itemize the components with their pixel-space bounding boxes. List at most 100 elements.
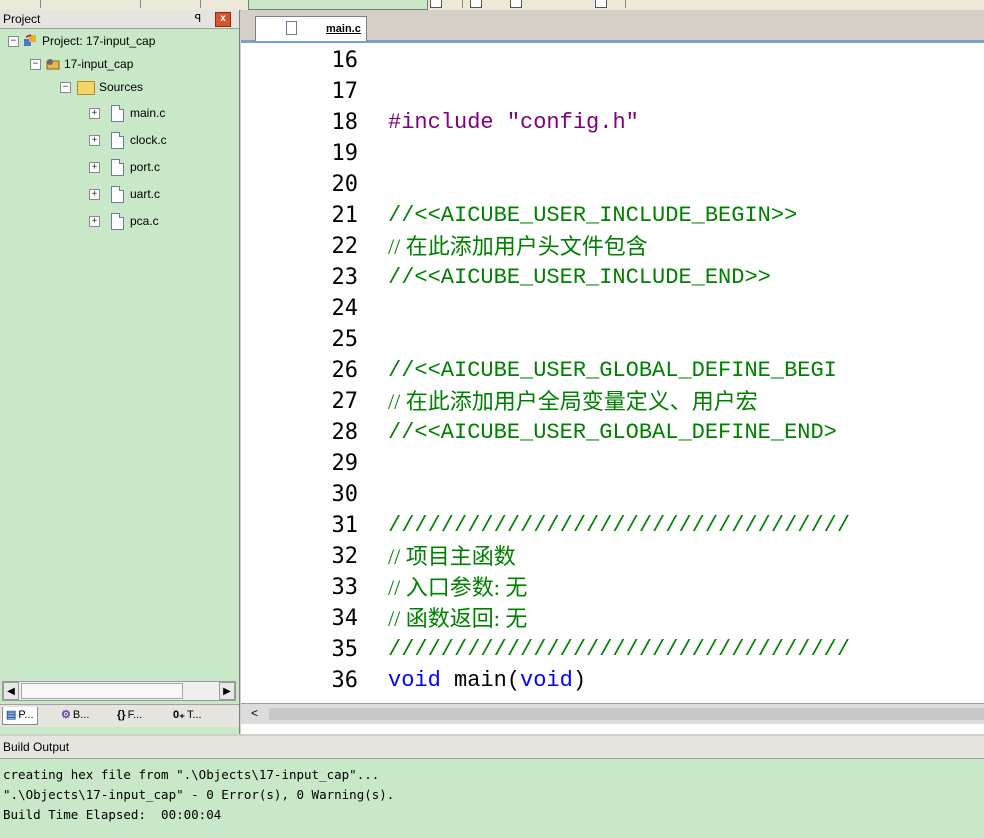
code-line: //<<AICUBE_USER_INCLUDE_END>> <box>388 265 771 290</box>
expand-icon[interactable]: + <box>89 216 100 227</box>
line-number: 24 <box>331 296 359 321</box>
preprocessor-directive: #include <box>388 110 494 135</box>
line-number: 27 <box>331 389 359 414</box>
books-tab-icon: ⚙ <box>61 709 71 721</box>
build-line: Build Time Elapsed: 00:00:04 <box>3 807 222 822</box>
toolbar-icon[interactable] <box>430 0 442 8</box>
tree-node-file[interactable]: + port.c <box>0 157 236 177</box>
code-line: #include "config.h" <box>388 109 639 136</box>
tree-label: main.c <box>130 106 166 120</box>
tree-label: pca.c <box>130 214 159 228</box>
folder-icon <box>77 81 95 95</box>
tree-node-file[interactable]: + clock.c <box>0 130 236 150</box>
panel-tab-bar: ▤ P... ⚙ B... {} F... 0₊ T... <box>0 704 239 727</box>
expand-icon[interactable]: + <box>89 189 100 200</box>
line-number: 29 <box>331 451 359 476</box>
toolbar-separator <box>200 0 201 8</box>
build-output-panel: Build Output creating hex file from ".\O… <box>0 736 984 838</box>
line-number: 34 <box>331 606 359 631</box>
project-tree: − Project: 17-input_cap − 17-input_cap −… <box>0 29 236 679</box>
code-line: //<<AICUBE_USER_INCLUDE_BEGIN>> <box>388 203 798 228</box>
scroll-right-icon[interactable]: ▶ <box>219 682 235 700</box>
target-icon <box>45 57 61 71</box>
tree-node-target[interactable]: − 17-input_cap <box>0 54 236 74</box>
project-horizontal-scrollbar[interactable]: ◀ ▶ <box>2 681 236 701</box>
code-line: // 入口参数: 无 <box>388 575 528 600</box>
code-line: // 函数返回: 无 <box>388 606 528 631</box>
toolbar-separator <box>40 0 41 8</box>
scroll-left-icon[interactable]: ◀ <box>3 682 19 700</box>
code-line: //<<AICUBE_USER_GLOBAL_DEFINE_BEGI <box>388 358 837 383</box>
panel-title: Build Output <box>3 740 70 754</box>
toolbar-icon[interactable] <box>470 0 482 8</box>
line-number: 31 <box>331 513 359 538</box>
tree-node-sources[interactable]: − Sources <box>0 77 236 97</box>
tab-project[interactable]: ▤ P... <box>2 707 38 725</box>
code-line: //<<AICUBE_USER_GLOBAL_DEFINE_END> <box>388 420 837 445</box>
close-icon[interactable]: x <box>215 12 231 27</box>
tab-label: F... <box>127 709 143 721</box>
target-select[interactable] <box>248 0 428 10</box>
collapse-icon[interactable]: − <box>60 82 71 93</box>
editor-tab-label: main.c <box>326 23 361 35</box>
build-line: creating hex file from ".\Objects\17-inp… <box>3 767 380 782</box>
scroll-track[interactable] <box>269 708 984 720</box>
keyword: void <box>388 668 441 693</box>
code-line: /////////////////////////////////// <box>388 513 851 538</box>
tree-label: uart.c <box>130 187 161 201</box>
code-line: // 项目主函数 <box>388 544 516 569</box>
tree-label: Project: 17-input_cap <box>42 34 156 48</box>
code-line: // 在此添加用户全局变量定义、用户宏 <box>388 389 758 414</box>
expand-icon[interactable]: + <box>89 162 100 173</box>
tree-node-file[interactable]: + main.c <box>0 103 236 123</box>
tab-functions[interactable]: {} F... <box>114 707 145 724</box>
scroll-thumb[interactable] <box>21 683 183 699</box>
collapse-icon[interactable]: − <box>30 59 41 70</box>
line-number: 16 <box>331 48 359 73</box>
scroll-left-icon[interactable]: < <box>251 706 258 720</box>
collapse-icon[interactable]: − <box>8 36 19 47</box>
line-number: 36 <box>331 668 359 693</box>
line-number: 33 <box>331 575 359 600</box>
toolbar-separator <box>462 0 463 8</box>
tree-node-file[interactable]: + uart.c <box>0 184 236 204</box>
code-text: main( <box>440 668 521 693</box>
line-number-gutter: 16 17 18 19 20 21 22 23 24 25 26 27 28 2… <box>241 43 366 698</box>
editor-horizontal-scrollbar[interactable]: < <box>241 703 984 724</box>
file-icon <box>286 21 297 35</box>
tab-templates[interactable]: 0₊ T... <box>170 707 205 724</box>
expand-icon[interactable]: + <box>89 108 100 119</box>
tab-books[interactable]: ⚙ B... <box>58 707 92 724</box>
expand-icon[interactable]: + <box>89 135 100 146</box>
tree-node-project[interactable]: − Project: 17-input_cap <box>0 31 236 51</box>
toolbar-separator <box>140 0 141 8</box>
toolbar-icon[interactable] <box>595 0 607 8</box>
line-number: 21 <box>331 203 359 228</box>
tab-label: P... <box>18 709 34 721</box>
keyword: void <box>520 668 573 693</box>
line-number: 32 <box>331 544 359 569</box>
editor-tab-bar: main.c <box>241 10 984 43</box>
pin-icon[interactable]: ꟼ <box>191 10 205 28</box>
editor-area: main.c 16 17 18 19 20 21 22 23 24 25 26 … <box>241 10 984 734</box>
toolbar-icon[interactable] <box>510 0 522 8</box>
file-icon <box>111 159 124 176</box>
code-view[interactable]: #include "config.h" //<<AICUBE_USER_INCL… <box>366 43 984 698</box>
code-text: ) <box>572 668 587 693</box>
functions-tab-icon: {} <box>117 709 126 721</box>
line-number: 19 <box>331 141 359 166</box>
editor-tab-main-c[interactable]: main.c <box>255 16 367 41</box>
tree-node-file[interactable]: + pca.c <box>0 211 236 231</box>
line-number: 23 <box>331 265 359 290</box>
file-icon <box>111 105 124 122</box>
project-icon <box>23 34 39 48</box>
line-number: 25 <box>331 327 359 352</box>
code-line: /////////////////////////////////// <box>388 637 851 662</box>
file-icon <box>111 213 124 230</box>
code-line: void main(void) <box>388 667 586 694</box>
tab-label: B... <box>72 709 90 721</box>
tab-label: T... <box>186 709 202 721</box>
templates-tab-icon: 0₊ <box>173 709 185 721</box>
code-line: // 在此添加用户头文件包含 <box>388 234 648 259</box>
line-number: 28 <box>331 420 359 445</box>
